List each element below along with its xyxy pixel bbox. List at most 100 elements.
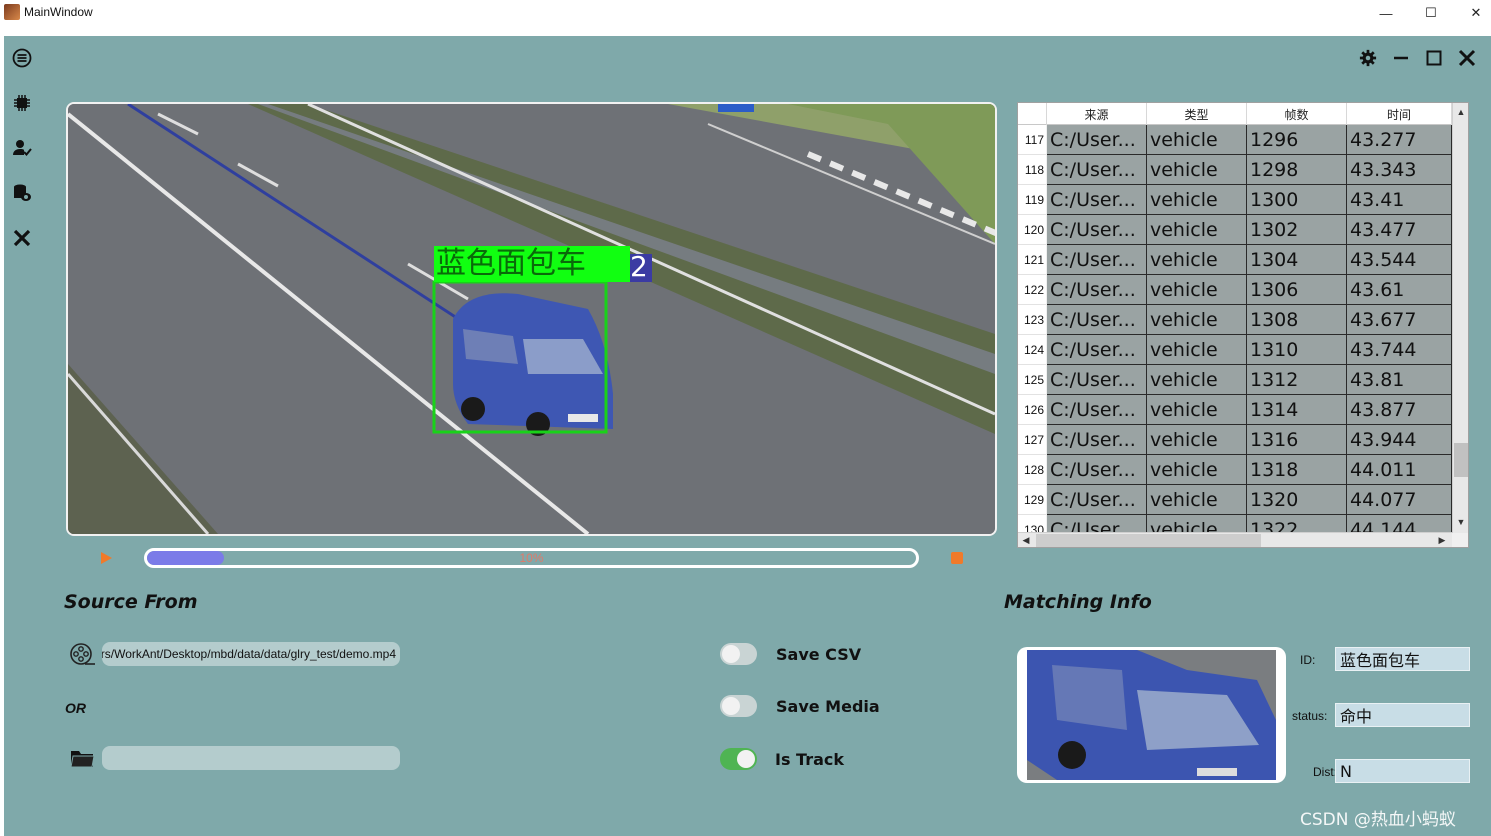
table-cell-time[interactable]: 43.677 bbox=[1347, 305, 1452, 335]
row-index[interactable]: 128 bbox=[1018, 455, 1046, 485]
row-index[interactable]: 122 bbox=[1018, 275, 1046, 305]
col-time-header[interactable]: 时间 bbox=[1347, 103, 1452, 125]
table-cell-time[interactable]: 43.944 bbox=[1347, 425, 1452, 455]
stop-button[interactable] bbox=[950, 551, 964, 565]
is-track-toggle[interactable] bbox=[720, 748, 757, 770]
table-cell-type[interactable]: vehicle bbox=[1147, 155, 1247, 185]
row-index[interactable]: 117 bbox=[1018, 125, 1046, 155]
exit-icon[interactable] bbox=[10, 226, 34, 250]
database-icon[interactable] bbox=[10, 181, 34, 205]
close-icon[interactable] bbox=[1455, 46, 1479, 70]
table-cell-time[interactable]: 43.81 bbox=[1347, 365, 1452, 395]
row-index[interactable]: 125 bbox=[1018, 365, 1046, 395]
save-csv-toggle[interactable] bbox=[720, 643, 757, 665]
row-index[interactable]: 124 bbox=[1018, 335, 1046, 365]
col-frame-header[interactable]: 帧数 bbox=[1247, 103, 1347, 125]
table-cell-time[interactable]: 43.41 bbox=[1347, 185, 1452, 215]
scroll-left-icon[interactable]: ◀ bbox=[1020, 534, 1032, 546]
table-vertical-scrollbar[interactable]: ▲ ▼ bbox=[1452, 103, 1468, 533]
table-cell-source[interactable]: C:/User... bbox=[1047, 455, 1147, 485]
minimize-icon[interactable] bbox=[1389, 46, 1413, 70]
save-media-toggle[interactable] bbox=[720, 695, 757, 717]
table-cell-source[interactable]: C:/User... bbox=[1047, 305, 1147, 335]
table-cell-source[interactable]: C:/User... bbox=[1047, 425, 1147, 455]
table-cell-frame[interactable]: 1316 bbox=[1247, 425, 1347, 455]
table-cell-time[interactable]: 44.077 bbox=[1347, 485, 1452, 515]
table-cell-frame[interactable]: 1296 bbox=[1247, 125, 1347, 155]
table-cell-type[interactable]: vehicle bbox=[1147, 245, 1247, 275]
table-vertical-scroll-thumb[interactable] bbox=[1454, 443, 1468, 477]
gear-icon[interactable] bbox=[1356, 46, 1380, 70]
row-index[interactable]: 123 bbox=[1018, 305, 1046, 335]
row-index[interactable]: 120 bbox=[1018, 215, 1046, 245]
col-type-header[interactable]: 类型 bbox=[1147, 103, 1247, 125]
table-cell-time[interactable]: 43.544 bbox=[1347, 245, 1452, 275]
chip-icon[interactable] bbox=[10, 91, 34, 115]
table-cell-type[interactable]: vehicle bbox=[1147, 425, 1247, 455]
row-index[interactable]: 127 bbox=[1018, 425, 1046, 455]
table-cell-source[interactable]: C:/User... bbox=[1047, 485, 1147, 515]
table-cell-frame[interactable]: 1302 bbox=[1247, 215, 1347, 245]
table-cell-time[interactable]: 43.61 bbox=[1347, 275, 1452, 305]
table-cell-frame[interactable]: 1304 bbox=[1247, 245, 1347, 275]
table-cell-type[interactable]: vehicle bbox=[1147, 125, 1247, 155]
table-cell-frame[interactable]: 1320 bbox=[1247, 485, 1347, 515]
folder-icon[interactable] bbox=[70, 746, 96, 770]
table-cell-type[interactable]: vehicle bbox=[1147, 275, 1247, 305]
scroll-right-icon[interactable]: ▶ bbox=[1436, 534, 1448, 546]
scroll-down-icon[interactable]: ▼ bbox=[1455, 515, 1467, 529]
table-cell-frame[interactable]: 1318 bbox=[1247, 455, 1347, 485]
table-cell-source[interactable]: C:/User... bbox=[1047, 155, 1147, 185]
table-cell-source[interactable]: C:/User... bbox=[1047, 215, 1147, 245]
table-cell-type[interactable]: vehicle bbox=[1147, 455, 1247, 485]
video-file-icon[interactable] bbox=[70, 642, 96, 666]
row-index[interactable]: 129 bbox=[1018, 485, 1046, 515]
table-cell-type[interactable]: vehicle bbox=[1147, 365, 1247, 395]
play-button[interactable] bbox=[99, 551, 113, 565]
scroll-up-icon[interactable]: ▲ bbox=[1455, 105, 1467, 119]
col-source-header[interactable]: 来源 bbox=[1047, 103, 1147, 125]
table-cell-frame[interactable]: 1306 bbox=[1247, 275, 1347, 305]
table-cell-source[interactable]: C:/User... bbox=[1047, 275, 1147, 305]
table-cell-time[interactable]: 43.343 bbox=[1347, 155, 1452, 185]
table-cell-frame[interactable]: 1314 bbox=[1247, 395, 1347, 425]
table-cell-type[interactable]: vehicle bbox=[1147, 185, 1247, 215]
table-cell-source[interactable]: C:/User... bbox=[1047, 245, 1147, 275]
table-cell-source[interactable]: C:/User... bbox=[1047, 125, 1147, 155]
table-cell-type[interactable]: vehicle bbox=[1147, 485, 1247, 515]
window-close-button[interactable]: ✕ bbox=[1453, 0, 1491, 26]
table-cell-time[interactable]: 43.277 bbox=[1347, 125, 1452, 155]
table-cell-source[interactable]: C:/User... bbox=[1047, 365, 1147, 395]
table-cell-type[interactable]: vehicle bbox=[1147, 215, 1247, 245]
table-cell-source[interactable]: C:/User... bbox=[1047, 185, 1147, 215]
table-cell-source[interactable]: C:/User... bbox=[1047, 335, 1147, 365]
table-cell-frame[interactable]: 1312 bbox=[1247, 365, 1347, 395]
window-maximize-button[interactable]: ☐ bbox=[1408, 0, 1454, 26]
table-cell-type[interactable]: vehicle bbox=[1147, 395, 1247, 425]
row-index[interactable]: 126 bbox=[1018, 395, 1046, 425]
folder-path-field[interactable] bbox=[102, 746, 400, 770]
table-horizontal-scrollbar[interactable]: ◀ ▶ bbox=[1018, 532, 1452, 547]
video-path-field[interactable]: C:/Users/WorkAnt/Desktop/mbd/data/data/g… bbox=[102, 642, 400, 666]
table-cell-source[interactable]: C:/User... bbox=[1047, 395, 1147, 425]
row-index[interactable]: 118 bbox=[1018, 155, 1046, 185]
row-index[interactable]: 119 bbox=[1018, 185, 1046, 215]
row-index[interactable]: 121 bbox=[1018, 245, 1046, 275]
menu-icon[interactable] bbox=[10, 46, 34, 70]
user-check-icon[interactable] bbox=[10, 136, 34, 160]
table-cell-time[interactable]: 43.877 bbox=[1347, 395, 1452, 425]
maximize-icon[interactable] bbox=[1422, 46, 1446, 70]
table-cell-frame[interactable]: 1300 bbox=[1247, 185, 1347, 215]
table-cell-frame[interactable]: 1298 bbox=[1247, 155, 1347, 185]
table-cell-time[interactable]: 43.477 bbox=[1347, 215, 1452, 245]
table-cell-frame[interactable]: 1308 bbox=[1247, 305, 1347, 335]
playback-progress-bar[interactable]: 10% bbox=[144, 548, 919, 568]
results-table[interactable]: 来源 类型 帧数 时间 117 C:/User... vehicle 1296 43.2… bbox=[1017, 102, 1469, 548]
window-minimize-button[interactable]: — bbox=[1363, 0, 1409, 26]
table-cell-type[interactable]: vehicle bbox=[1147, 305, 1247, 335]
table-cell-time[interactable]: 44.011 bbox=[1347, 455, 1452, 485]
table-cell-time[interactable]: 43.744 bbox=[1347, 335, 1452, 365]
table-cell-frame[interactable]: 1310 bbox=[1247, 335, 1347, 365]
table-cell-type[interactable]: vehicle bbox=[1147, 335, 1247, 365]
table-horizontal-scroll-thumb[interactable] bbox=[1036, 534, 1261, 547]
